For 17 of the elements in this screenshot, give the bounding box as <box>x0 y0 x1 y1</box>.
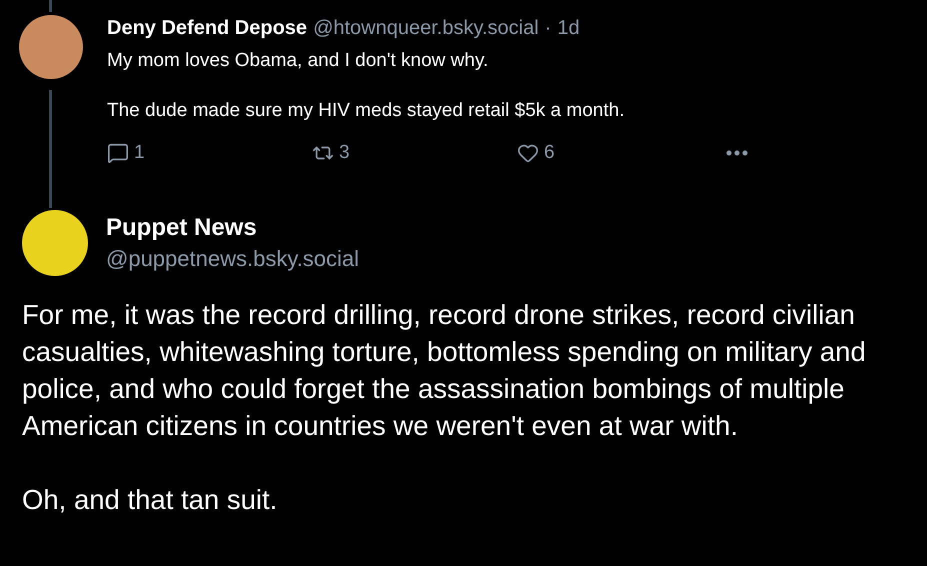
post-text: For me, it was the record drilling, record drone strikes, record civilian casualties, whitewashing torture, bottomless spending on military and police, and who could forget the assassination bombings of multiple American citizens in countries we weren't even at war with. <box>22 298 867 442</box>
author-handle[interactable]: @puppetnews.bsky.social <box>106 244 360 274</box>
author-name[interactable]: Puppet News <box>106 212 360 244</box>
author-name[interactable]: Deny Defend Depose <box>107 14 308 42</box>
like-button[interactable]: 6 <box>517 139 722 168</box>
author-handle[interactable]: @htownqueer.bsky.social <box>313 14 539 42</box>
reply-button[interactable]: 1 <box>107 139 312 168</box>
more-button[interactable] <box>726 150 748 156</box>
post-text: The dude made sure my HIV meds stayed retail $5k a month. <box>107 99 626 123</box>
repost-button[interactable]: 3 <box>312 139 517 168</box>
separator-dot: · <box>544 16 552 41</box>
post-text: My mom loves Obama, and I don't know why. <box>107 49 490 73</box>
more-icon <box>726 150 748 156</box>
comment-icon <box>107 142 129 164</box>
heart-icon <box>517 142 539 164</box>
post-text: Oh, and that tan suit. <box>22 482 278 516</box>
post-time[interactable]: 1d <box>557 14 580 42</box>
